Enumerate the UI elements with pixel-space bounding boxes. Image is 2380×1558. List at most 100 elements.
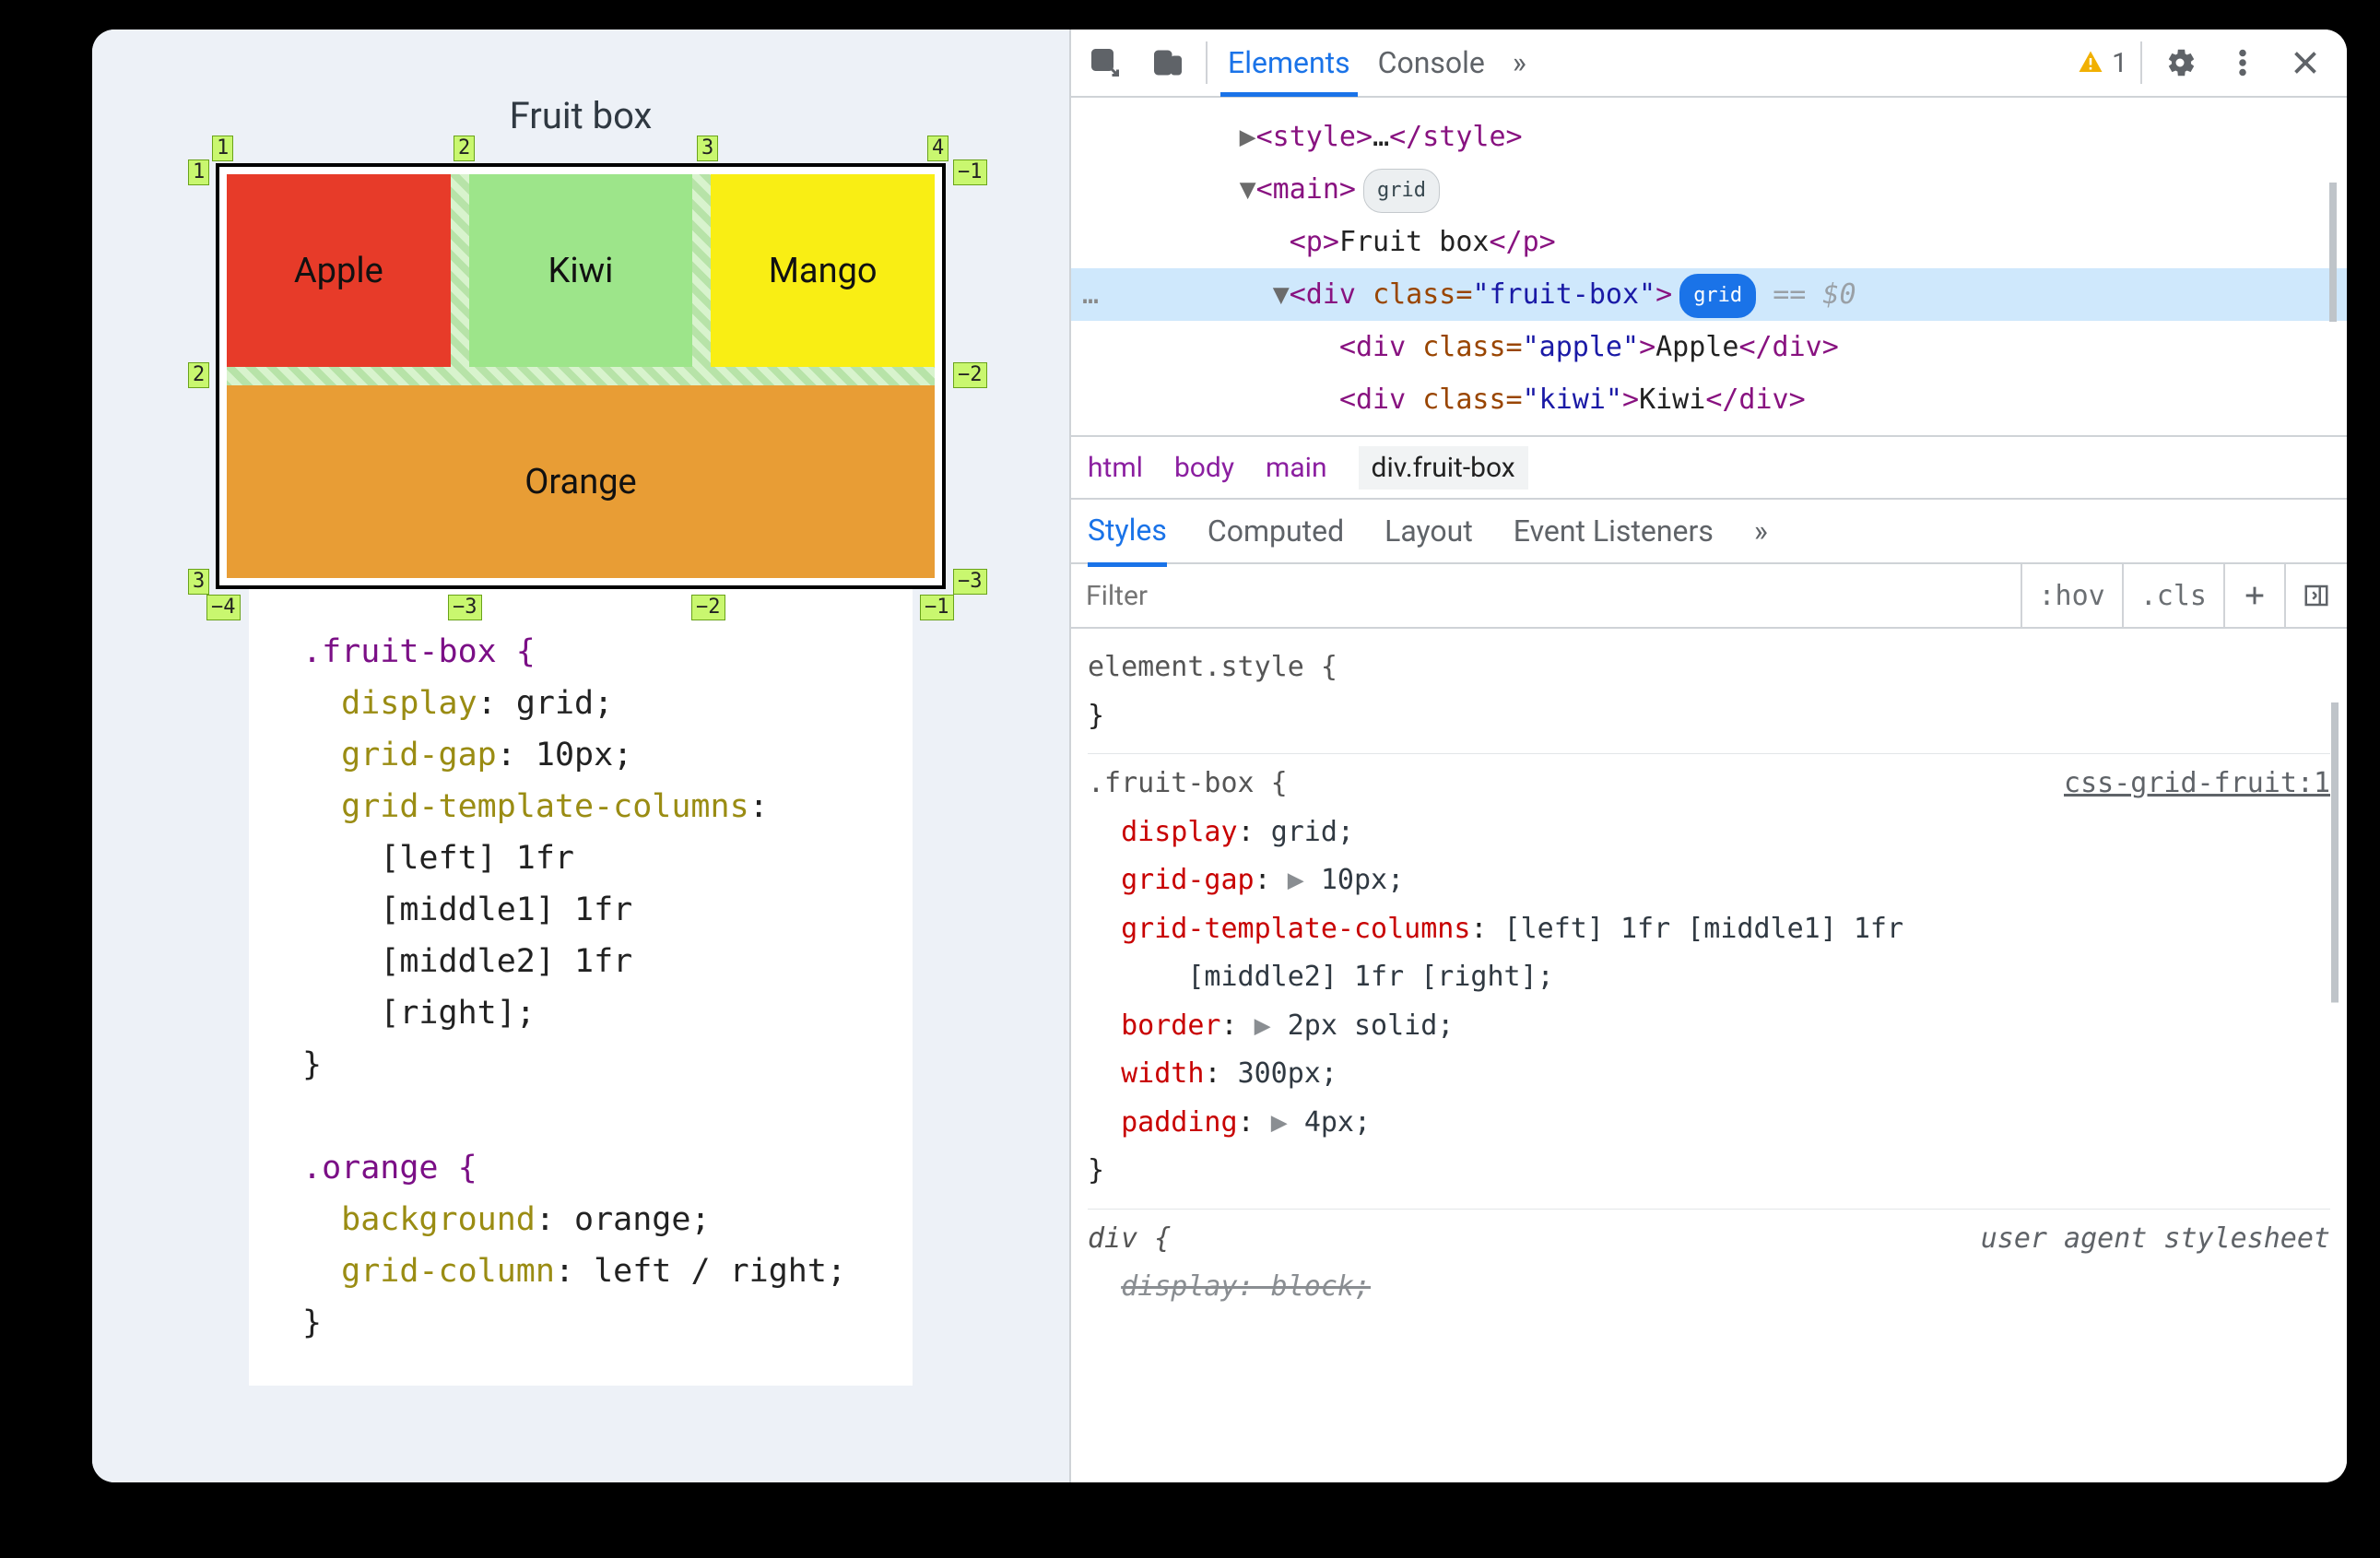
cell-apple[interactable]: Apple [227, 174, 451, 367]
gutter-ellipsis: … [1082, 268, 1099, 321]
rule-fruit-box[interactable]: .fruit-box {css-grid-fruit:1 display: gr… [1088, 754, 2330, 1210]
styles-body[interactable]: element.style { } .fruit-box { css-grid-f… [1071, 629, 2347, 1343]
kebab-icon[interactable] [2218, 38, 2268, 88]
subtab-computed[interactable]: Computed [1208, 513, 1344, 549]
close-icon[interactable] [2280, 38, 2330, 88]
style-val[interactable]: grid; [1271, 816, 1354, 848]
new-rule-button[interactable] [2223, 564, 2284, 627]
dom-tag[interactable]: <p> [1290, 226, 1339, 258]
devtools-panel: Elements Console » 1 ▶<style>…</style> [1069, 30, 2347, 1482]
styles-subtabs: Styles Computed Layout Event Listeners » [1071, 500, 2347, 564]
style-val[interactable]: 4px; [1304, 1106, 1371, 1139]
dom-text: Fruit box [1339, 226, 1490, 258]
style-prop[interactable]: border [1121, 1009, 1220, 1042]
rule-div-ua[interactable]: div {user agent stylesheet display: bloc… [1088, 1210, 2330, 1325]
col-label-1: 1 [212, 136, 233, 161]
style-val[interactable]: [left] 1fr [middle1] 1fr [1504, 913, 1903, 945]
dom-eq: == [1756, 278, 1822, 311]
cell-kiwi[interactable]: Kiwi [469, 174, 693, 367]
crumb-fruit-box[interactable]: div.fruit-box [1359, 446, 1528, 490]
style-prop[interactable]: padding [1121, 1106, 1237, 1139]
expand-triangle-icon[interactable]: ▶ [1271, 1106, 1304, 1139]
style-val[interactable]: [middle2] 1fr [right]; [1187, 961, 1553, 993]
style-val[interactable]: 300px; [1238, 1057, 1337, 1090]
dom-attr: class= [1373, 278, 1472, 311]
scrollbar[interactable] [2327, 638, 2343, 1067]
style-prop[interactable]: display [1121, 816, 1237, 848]
subtab-styles[interactable]: Styles [1088, 513, 1167, 567]
source-ua: user agent stylesheet [1981, 1215, 2330, 1264]
disclosure-triangle-icon[interactable]: ▼ [1273, 278, 1290, 311]
selector-text: .fruit-box { [1088, 767, 1288, 799]
dom-selected-row[interactable]: … ▼<div class="fruit-box">grid == $0 [1071, 268, 2347, 321]
code-val: left / right; [594, 1253, 846, 1290]
code-val: [middle2] 1fr [380, 943, 632, 980]
dom-tag[interactable]: <div [1339, 331, 1422, 363]
subtab-more[interactable]: » [1754, 513, 1768, 549]
styles-filter-input[interactable] [1071, 580, 2021, 612]
dom-tag: </p> [1490, 226, 1556, 258]
code-val: [middle1] 1fr [380, 891, 632, 928]
expand-triangle-icon[interactable]: ▶ [1288, 864, 1321, 896]
code-brace: } [302, 1304, 322, 1341]
dom-tag[interactable]: <div [1339, 384, 1422, 416]
col-label-3: 3 [697, 136, 718, 161]
row-label-n3: −3 [953, 569, 987, 595]
grid-badge-active[interactable]: grid [1679, 274, 1756, 318]
tab-console[interactable]: Console [1371, 30, 1492, 97]
device-toggle-icon[interactable] [1143, 38, 1193, 88]
crumb-html[interactable]: html [1088, 452, 1143, 484]
code-val: orange; [574, 1201, 711, 1238]
source-link[interactable]: css-grid-fruit:1 [2064, 760, 2330, 809]
style-val[interactable]: 10px; [1321, 864, 1404, 896]
subtab-layout[interactable]: Layout [1384, 513, 1473, 549]
row-label-1: 1 [188, 159, 209, 185]
inspect-icon[interactable] [1080, 38, 1130, 88]
code-brace: } [302, 1046, 322, 1083]
scrollbar[interactable] [2325, 107, 2341, 397]
brace: } [1088, 700, 1104, 732]
hov-toggle[interactable]: :hov [2021, 564, 2122, 627]
grid-badge[interactable]: grid [1363, 169, 1440, 213]
code-prop: background [341, 1201, 536, 1238]
dom-text: Kiwi [1639, 384, 1705, 416]
warnings-badge[interactable]: 1 [2077, 47, 2127, 79]
devtools-toolbar: Elements Console » 1 [1071, 30, 2347, 98]
style-overridden[interactable]: display: block; [1121, 1270, 1371, 1303]
dom-attr: class= [1422, 331, 1522, 363]
style-prop[interactable]: grid-gap [1121, 864, 1255, 896]
style-val[interactable]: 2px solid; [1288, 1009, 1455, 1042]
crumb-body[interactable]: body [1174, 452, 1234, 484]
disclosure-triangle-icon[interactable]: ▼ [1240, 173, 1256, 206]
dom-tag[interactable]: <style> [1256, 121, 1373, 153]
code-val: 10px; [536, 737, 632, 773]
fruit-box-grid: Apple Kiwi Mango Orange [227, 174, 935, 578]
code-val: [left] 1fr [380, 840, 574, 877]
code-prop: grid-template-columns [341, 788, 749, 825]
toolbar-separator [1206, 41, 1208, 84]
cell-mango[interactable]: Mango [711, 174, 935, 367]
gear-icon[interactable] [2155, 38, 2205, 88]
col-label-4: 4 [927, 136, 948, 161]
dom-ellipsis: … [1373, 121, 1389, 153]
grid-frame[interactable]: Apple Kiwi Mango Orange [216, 163, 946, 589]
dom-tree[interactable]: ▶<style>…</style> ▼<main>grid <p>Fruit b… [1071, 98, 2347, 437]
col-label-n1: −1 [920, 595, 954, 620]
style-prop[interactable]: width [1121, 1057, 1204, 1090]
cell-orange[interactable]: Orange [227, 385, 935, 578]
disclosure-triangle-icon[interactable]: ▶ [1240, 121, 1256, 153]
styles-filter-bar: :hov .cls [1071, 564, 2347, 629]
dom-attr: class= [1422, 384, 1522, 416]
tab-more[interactable]: » [1505, 30, 1534, 97]
rule-element-style[interactable]: element.style { } [1088, 638, 2330, 754]
dom-tag: </style> [1389, 121, 1523, 153]
expand-triangle-icon[interactable]: ▶ [1255, 1009, 1288, 1042]
toggle-sidebar-icon[interactable] [2284, 564, 2347, 627]
style-prop[interactable]: grid-template-columns [1121, 913, 1470, 945]
dom-tag[interactable]: <main> [1256, 173, 1356, 206]
row-label-3: 3 [188, 569, 209, 595]
crumb-main[interactable]: main [1266, 452, 1327, 484]
subtab-events[interactable]: Event Listeners [1514, 513, 1714, 549]
cls-toggle[interactable]: .cls [2122, 564, 2223, 627]
tab-elements[interactable]: Elements [1220, 30, 1358, 97]
